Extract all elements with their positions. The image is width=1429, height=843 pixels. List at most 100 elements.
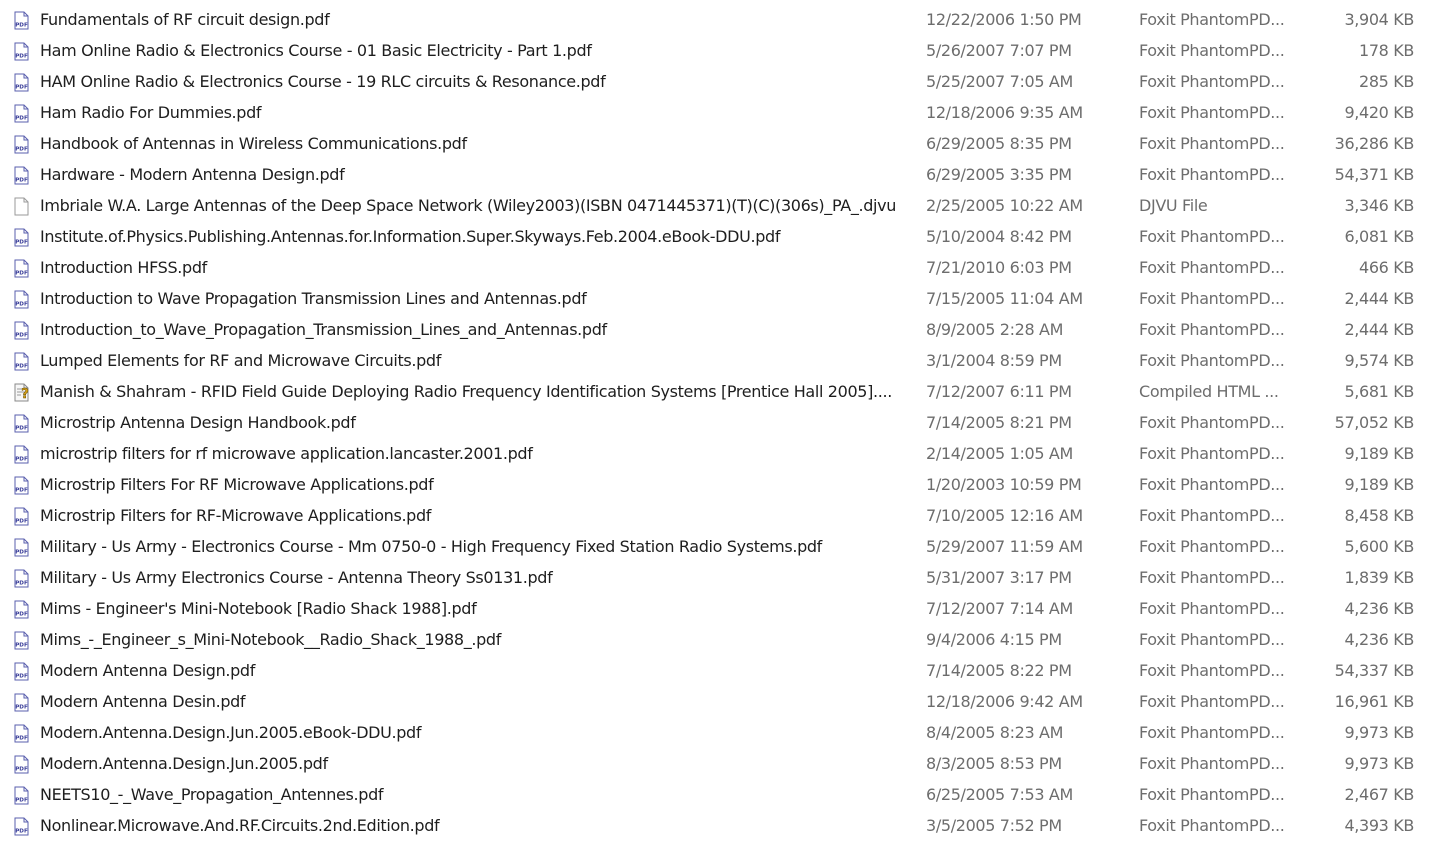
pdf-icon: PDF: [12, 259, 31, 278]
file-type: Foxit PhantomPD...: [1139, 227, 1285, 246]
file-date-modified: 12/18/2006 9:35 AM: [926, 103, 1083, 122]
file-row[interactable]: PDF Institute.of.Physics.Publishing.Ante…: [0, 222, 1429, 253]
file-size: 2,444 KB: [1344, 289, 1414, 308]
file-name: Mims - Engineer's Mini-Notebook [Radio S…: [40, 599, 477, 618]
file-row[interactable]: PDF Military - Us Army - Electronics Cou…: [0, 532, 1429, 563]
file-row[interactable]: PDF Mims - Engineer's Mini-Notebook [Rad…: [0, 594, 1429, 625]
file-name: Introduction HFSS.pdf: [40, 258, 207, 277]
file-row[interactable]: PDF Ham Online Radio & Electronics Cours…: [0, 36, 1429, 67]
pdf-icon: PDF: [12, 290, 31, 309]
file-row[interactable]: PDF Modern Antenna Design.pdf 7/14/2005 …: [0, 656, 1429, 687]
file-type: Foxit PhantomPD...: [1139, 320, 1285, 339]
file-type: Foxit PhantomPD...: [1139, 351, 1285, 370]
file-name: Introduction to Wave Propagation Transmi…: [40, 289, 587, 308]
file-row[interactable]: PDF Modern.Antenna.Design.Jun.2005.pdf 8…: [0, 749, 1429, 780]
file-size: 466 KB: [1359, 258, 1414, 277]
file-row[interactable]: PDF Introduction_to_Wave_Propagation_Tra…: [0, 315, 1429, 346]
file-size: 6,081 KB: [1344, 227, 1414, 246]
file-row[interactable]: PDF HAM Online Radio & Electronics Cours…: [0, 67, 1429, 98]
file-type: Compiled HTML ...: [1139, 382, 1279, 401]
file-list: PDF Fundamentals of RF circuit design.pd…: [0, 5, 1429, 842]
file-size: 4,236 KB: [1344, 599, 1414, 618]
file-name: Institute.of.Physics.Publishing.Antennas…: [40, 227, 781, 246]
pdf-icon: PDF: [12, 538, 31, 557]
file-date-modified: 6/29/2005 3:35 PM: [926, 165, 1072, 184]
file-row[interactable]: PDF Microstrip Filters for RF-Microwave …: [0, 501, 1429, 532]
file-date-modified: 8/4/2005 8:23 AM: [926, 723, 1064, 742]
file-row[interactable]: Imbriale W.A. Large Antennas of the Deep…: [0, 191, 1429, 222]
file-row[interactable]: PDF Microstrip Antenna Design Handbook.p…: [0, 408, 1429, 439]
file-date-modified: 7/14/2005 8:21 PM: [926, 413, 1072, 432]
file-size: 9,189 KB: [1344, 444, 1414, 463]
file-date-modified: 3/5/2005 7:52 PM: [926, 816, 1062, 835]
file-type: Foxit PhantomPD...: [1139, 537, 1285, 556]
file-type: Foxit PhantomPD...: [1139, 599, 1285, 618]
file-size: 8,458 KB: [1344, 506, 1414, 525]
file-row[interactable]: PDF NEETS10_-_Wave_Propagation_Antennes.…: [0, 780, 1429, 811]
file-date-modified: 2/14/2005 1:05 AM: [926, 444, 1073, 463]
file-date-modified: 7/21/2010 6:03 PM: [926, 258, 1072, 277]
file-size: 178 KB: [1359, 41, 1414, 60]
pdf-icon: PDF: [12, 569, 31, 588]
svg-text:PDF: PDF: [15, 767, 28, 773]
file-size: 4,393 KB: [1344, 816, 1414, 835]
file-date-modified: 8/9/2005 2:28 AM: [926, 320, 1064, 339]
pdf-icon: PDF: [12, 662, 31, 681]
pdf-icon: PDF: [12, 476, 31, 495]
file-size: 3,904 KB: [1344, 10, 1414, 29]
file-name: Microstrip Filters for RF-Microwave Appl…: [40, 506, 432, 525]
file-date-modified: 6/25/2005 7:53 AM: [926, 785, 1073, 804]
file-row[interactable]: PDF Introduction to Wave Propagation Tra…: [0, 284, 1429, 315]
file-row[interactable]: PDF Hardware - Modern Antenna Design.pdf…: [0, 160, 1429, 191]
file-name: Hardware - Modern Antenna Design.pdf: [40, 165, 345, 184]
file-name: Modern.Antenna.Design.Jun.2005.eBook-DDU…: [40, 723, 422, 742]
file-row[interactable]: PDF microstrip filters for rf microwave …: [0, 439, 1429, 470]
file-type: Foxit PhantomPD...: [1139, 258, 1285, 277]
svg-text:PDF: PDF: [15, 457, 28, 463]
file-date-modified: 9/4/2006 4:15 PM: [926, 630, 1062, 649]
file-name: Microstrip Antenna Design Handbook.pdf: [40, 413, 356, 432]
file-row[interactable]: PDF Handbook of Antennas in Wireless Com…: [0, 129, 1429, 160]
file-name: Ham Online Radio & Electronics Course - …: [40, 41, 592, 60]
file-row[interactable]: PDF Lumped Elements for RF and Microwave…: [0, 346, 1429, 377]
svg-text:PDF: PDF: [15, 581, 28, 587]
pdf-icon: PDF: [12, 104, 31, 123]
pdf-icon: PDF: [12, 693, 31, 712]
file-size: 5,600 KB: [1344, 537, 1414, 556]
pdf-icon: PDF: [12, 321, 31, 340]
file-row[interactable]: PDF Ham Radio For Dummies.pdf 12/18/2006…: [0, 98, 1429, 129]
file-type: Foxit PhantomPD...: [1139, 568, 1285, 587]
file-name: Imbriale W.A. Large Antennas of the Deep…: [40, 196, 897, 215]
pdf-icon: PDF: [12, 414, 31, 433]
file-name: Manish & Shahram - RFID Field Guide Depl…: [40, 382, 892, 401]
file-row[interactable]: PDF Modern.Antenna.Design.Jun.2005.eBook…: [0, 718, 1429, 749]
svg-text:PDF: PDF: [15, 488, 28, 494]
pdf-icon: PDF: [12, 817, 31, 836]
file-size: 1,839 KB: [1344, 568, 1414, 587]
file-date-modified: 5/26/2007 7:07 PM: [926, 41, 1072, 60]
svg-text:PDF: PDF: [15, 23, 28, 29]
file-row[interactable]: PDF Mims_-_Engineer_s_Mini-Notebook__Rad…: [0, 625, 1429, 656]
file-date-modified: 8/3/2005 8:53 PM: [926, 754, 1062, 773]
file-name: HAM Online Radio & Electronics Course - …: [40, 72, 606, 91]
file-size: 9,420 KB: [1344, 103, 1414, 122]
file-row[interactable]: ? Manish & Shahram - RFID Field Guide De…: [0, 377, 1429, 408]
pdf-icon: PDF: [12, 135, 31, 154]
svg-text:PDF: PDF: [15, 178, 28, 184]
file-size: 57,052 KB: [1334, 413, 1415, 432]
file-row[interactable]: PDF Nonlinear.Microwave.And.RF.Circuits.…: [0, 811, 1429, 842]
file-date-modified: 1/20/2003 10:59 PM: [926, 475, 1082, 494]
file-type: Foxit PhantomPD...: [1139, 134, 1285, 153]
file-date-modified: 2/25/2005 10:22 AM: [926, 196, 1083, 215]
pdf-icon: PDF: [12, 755, 31, 774]
file-row[interactable]: PDF Microstrip Filters For RF Microwave …: [0, 470, 1429, 501]
file-row[interactable]: PDF Military - Us Army Electronics Cours…: [0, 563, 1429, 594]
file-name: Modern Antenna Desin.pdf: [40, 692, 246, 711]
file-row[interactable]: PDF Fundamentals of RF circuit design.pd…: [0, 5, 1429, 36]
svg-text:PDF: PDF: [15, 54, 28, 60]
file-type: Foxit PhantomPD...: [1139, 444, 1285, 463]
file-row[interactable]: PDF Introduction HFSS.pdf 7/21/2010 6:03…: [0, 253, 1429, 284]
file-name: Fundamentals of RF circuit design.pdf: [40, 10, 330, 29]
file-row[interactable]: PDF Modern Antenna Desin.pdf 12/18/2006 …: [0, 687, 1429, 718]
file-name: Mims_-_Engineer_s_Mini-Notebook__Radio_S…: [40, 630, 501, 649]
